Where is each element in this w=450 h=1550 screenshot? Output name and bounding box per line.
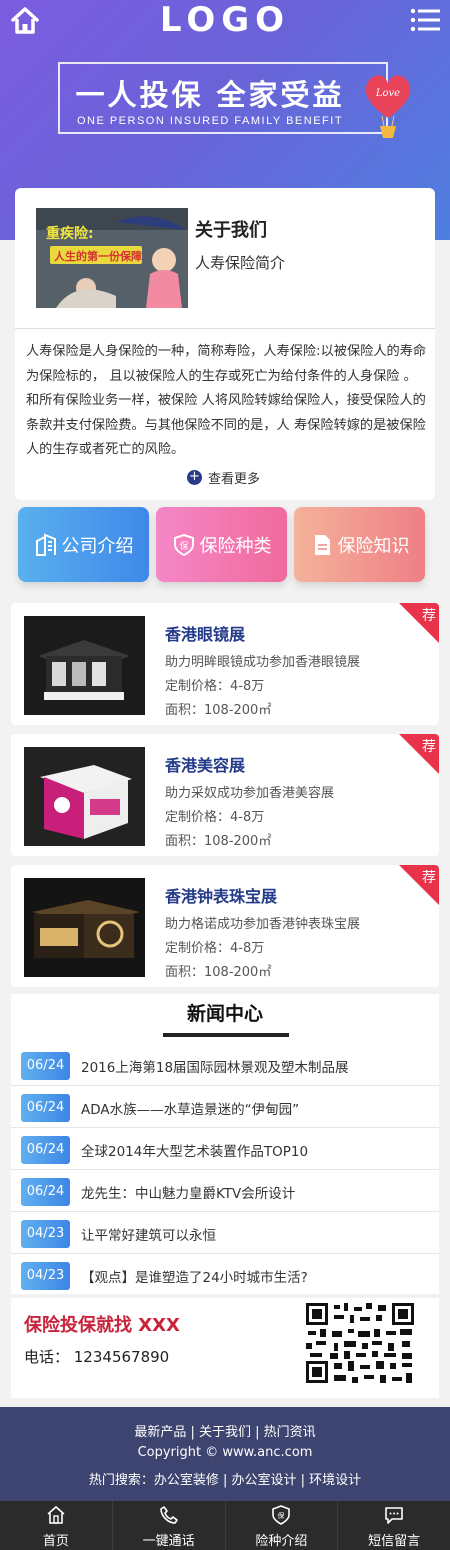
recommend-badge-label: 荐 [422,608,436,624]
nav-message[interactable]: 短信留言 [338,1501,450,1550]
about-image: 重疾险: 人生的第一份保障 [36,208,188,308]
product-title: 香港美容展 [165,756,246,775]
slogan-frame: 一人投保 全家受益 ONE PERSON INSURED FAMILY BENE… [58,62,388,134]
insurance-types-label: 保险种类 [199,535,272,557]
news-section: 新闻中心 06/24 2016上海第18届国际园林景观及塑木制品展 06/24 … [11,994,439,1294]
footer-links[interactable]: 最新产品 | 关于我们 | 热门资讯 [0,1421,450,1440]
product-price: 定制价格：4-8万 [165,810,265,825]
news-item[interactable]: 06/24 全球2014年大型艺术装置作品TOP10 [11,1128,439,1170]
news-item[interactable]: 04/23 让平常好建筑可以永恒 [11,1212,439,1254]
news-title-underline [163,1033,289,1037]
insurance-types-button[interactable]: 保 保险种类 [156,507,287,582]
product-price: 定制价格：4-8万 [165,679,265,694]
news-date: 04/23 [21,1220,70,1248]
slogan-title: 一人投保 全家受益 [75,78,345,112]
svg-text:保: 保 [278,1511,285,1520]
news-date: 06/24 [21,1178,70,1206]
shield-badge-icon: 保 [172,533,196,557]
contact-section: 保险投保就找 XXX 电话： 1234567890 [11,1298,439,1398]
insurance-knowledge-label: 保险知识 [337,535,410,557]
news-headline: 【观点】是谁塑造了24小时城市生活? [81,1270,308,1286]
news-item[interactable]: 06/24 ADA水族——水草造景迷的“伊甸园” [11,1086,439,1128]
contact-phone[interactable]: 电话： 1234567890 [24,1346,169,1367]
qr-code [304,1301,416,1385]
insurance-knowledge-button[interactable]: 保险知识 [294,507,425,582]
footer-copyright: Copyright © www.anc.com [137,1445,313,1460]
more-label: 查看更多 [208,472,261,487]
message-icon [384,1505,404,1525]
nav-call-label: 一键通话 [142,1534,195,1549]
menu-icon[interactable] [410,8,440,32]
product-desc: 助力明眸眼镜成功参加香港眼镜展 [165,655,361,670]
news-item[interactable]: 06/24 龙先生：中山魅力皇爵KTV会所设计 [11,1170,439,1212]
contact-title: 保险投保就找 XXX [24,1315,180,1336]
home-icon [46,1505,66,1525]
product-image [24,616,145,715]
company-intro-button[interactable]: 公司介绍 [18,507,149,582]
product-image [24,747,145,846]
document-icon [310,533,334,557]
heart-balloon-icon: Love [362,68,414,140]
about-card: 重疾险: 人生的第一份保障 关于我们 人寿保险简介 人寿保险是人身保险的一种，简… [15,188,435,500]
news-date: 06/24 [21,1052,70,1080]
product-title: 香港眼镜展 [165,625,246,644]
news-item[interactable]: 04/23 【观点】是谁塑造了24小时城市生活? [11,1254,439,1296]
about-image-subtitle: 人生的第一份保障 [54,249,142,263]
news-headline: 全球2014年大型艺术装置作品TOP10 [81,1144,309,1160]
product-area: 面积：108-200㎡ [165,703,272,718]
svg-text:保: 保 [179,540,188,552]
nav-home-label: 首页 [42,1534,69,1549]
plus-icon: + [187,470,202,485]
news-title: 新闻中心 [186,1003,263,1025]
news-date: 06/24 [21,1094,70,1122]
logo: LOGO [159,0,291,40]
divider [15,328,435,329]
recommend-badge-label: 荐 [422,870,436,886]
product-area: 面积：108-200㎡ [165,965,272,980]
product-image [24,878,145,977]
product-card[interactable]: 香港钟表珠宝展 助力格诺成功参加香港钟表珠宝展 定制价格：4-8万 面积：108… [11,865,439,987]
nav-insurance-types[interactable]: 保 险种介绍 [226,1501,339,1550]
footer-hot-search[interactable]: 热门搜索：办公室装修 | 办公室设计 | 环境设计 [0,1469,450,1488]
company-intro-label: 公司介绍 [61,535,134,557]
about-subtitle: 人寿保险简介 [195,254,286,272]
building-icon [34,533,58,557]
news-headline: ADA水族——水草造景迷的“伊甸园” [81,1102,300,1118]
about-image-title: 重疾险: [46,225,94,242]
news-headline: 龙先生：中山魅力皇爵KTV会所设计 [81,1186,296,1202]
product-card[interactable]: 香港眼镜展 助力明眸眼镜成功参加香港眼镜展 定制价格：4-8万 面积：108-2… [11,603,439,725]
product-area: 面积：108-200㎡ [165,834,272,849]
nav-call[interactable]: 一键通话 [113,1501,226,1550]
product-title: 香港钟表珠宝展 [165,887,278,906]
nav-insurance-types-label: 险种介绍 [255,1534,308,1549]
nav-message-label: 短信留言 [368,1534,421,1549]
bottom-nav: 首页 一键通话 保 险种介绍 短信留言 [0,1501,450,1550]
product-desc: 助力格诺成功参加香港钟表珠宝展 [165,917,361,932]
nav-home[interactable]: 首页 [0,1501,113,1550]
slogan-subtitle: ONE PERSON INSURED FAMILY BENEFIT [76,115,344,127]
product-card[interactable]: 香港美容展 助力采奴成功参加香港美容展 定制价格：4-8万 面积：108-200… [11,734,439,856]
about-body: 人寿保险是人身保险的一种，简称寿险，人寿保险:以被保险人的寿命为保险标的， 且以… [26,344,427,457]
news-date: 06/24 [21,1136,70,1164]
about-title: 关于我们 [195,220,267,241]
news-headline: 让平常好建筑可以永恒 [81,1228,216,1244]
phone-icon [159,1505,179,1525]
news-item[interactable]: 06/24 2016上海第18届国际园林景观及塑木制品展 [11,1044,439,1086]
news-date: 04/23 [21,1262,70,1290]
news-header: 新闻中心 [11,994,439,1042]
balloon-label: Love [375,88,400,99]
product-desc: 助力采奴成功参加香港美容展 [165,786,335,801]
shield-icon: 保 [271,1505,291,1525]
product-price: 定制价格：4-8万 [165,941,265,956]
news-headline: 2016上海第18届国际园林景观及塑木制品展 [81,1060,349,1076]
home-icon[interactable] [10,6,40,34]
more-link[interactable]: + 查看更多 [187,468,260,487]
footer: 最新产品 | 关于我们 | 热门资讯 Copyright © www.anc.c… [0,1407,450,1501]
recommend-badge-label: 荐 [422,739,436,755]
